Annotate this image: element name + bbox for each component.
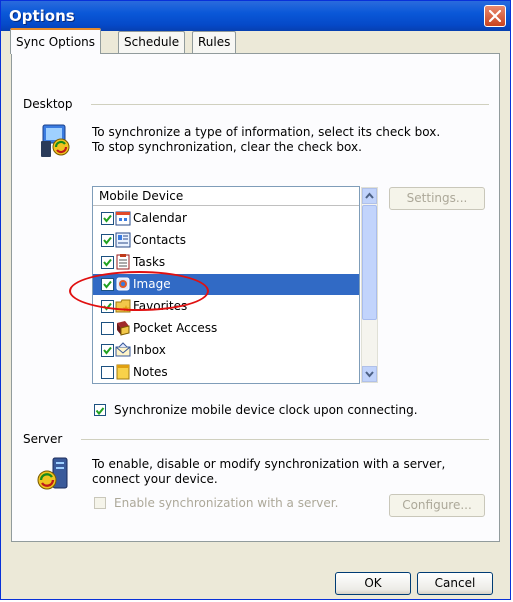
list-item-pocket-access[interactable]: Pocket Access xyxy=(93,318,359,339)
sync-desktop-icon xyxy=(39,123,75,159)
title-bar[interactable]: Options xyxy=(1,1,510,31)
inbox-icon xyxy=(115,342,131,357)
list-item-label: Contacts xyxy=(133,233,186,247)
enable-server-checkbox[interactable] xyxy=(94,497,106,509)
desktop-divider xyxy=(91,104,489,105)
tab-schedule[interactable]: Schedule xyxy=(118,31,186,53)
clock-sync-checkbox[interactable] xyxy=(94,404,106,416)
tab-rules[interactable]: Rules xyxy=(192,31,237,53)
list-item-label: Tasks xyxy=(133,255,166,269)
tab-sync-options[interactable]: Sync Options xyxy=(10,28,102,54)
annotation-ellipse xyxy=(69,271,209,311)
contacts-checkbox[interactable] xyxy=(101,234,114,247)
tasks-icon xyxy=(116,254,130,270)
contacts-icon xyxy=(115,232,131,248)
list-item-label: Inbox xyxy=(133,343,166,357)
tab-label: Schedule xyxy=(124,35,180,49)
notes-checkbox[interactable] xyxy=(101,366,114,379)
options-dialog: Options Sync Options Schedule Rules Desk… xyxy=(0,0,511,600)
tab-label: Rules xyxy=(198,35,231,49)
chevron-up-icon xyxy=(365,192,374,199)
pocket-access-icon xyxy=(117,321,130,336)
desktop-heading: Desktop xyxy=(23,97,79,111)
settings-button[interactable]: Settings... xyxy=(389,187,485,210)
list-item-tasks[interactable]: Tasks xyxy=(93,252,359,273)
close-button[interactable] xyxy=(484,5,506,27)
list-item-inbox[interactable]: Inbox xyxy=(93,340,359,361)
desktop-info-line2: To stop synchronization, clear the check… xyxy=(92,140,362,154)
list-column-header[interactable]: Mobile Device xyxy=(93,187,359,206)
list-scrollbar[interactable] xyxy=(361,187,378,383)
scroll-down-button[interactable] xyxy=(362,366,377,382)
ok-button[interactable]: OK xyxy=(335,572,411,595)
close-icon xyxy=(489,10,501,22)
server-info-line1: To enable, disable or modify synchroniza… xyxy=(92,457,446,471)
list-item-notes[interactable]: Notes xyxy=(93,362,359,383)
window-title: Options xyxy=(9,7,75,25)
scroll-up-button[interactable] xyxy=(362,188,377,204)
cancel-button[interactable]: Cancel xyxy=(417,572,493,595)
server-divider xyxy=(81,439,489,440)
pocket-access-checkbox[interactable] xyxy=(101,322,114,335)
tab-label: Sync Options xyxy=(16,35,96,49)
list-item-calendar[interactable]: Calendar xyxy=(93,208,359,229)
list-item-label: Pocket Access xyxy=(133,321,218,335)
chevron-down-icon xyxy=(365,371,374,378)
server-heading: Server xyxy=(23,432,69,446)
sync-server-icon xyxy=(35,456,71,492)
list-item-label: Calendar xyxy=(133,211,187,225)
list-item-label: Notes xyxy=(133,365,168,379)
tasks-checkbox[interactable] xyxy=(101,256,114,269)
inbox-checkbox[interactable] xyxy=(101,344,114,357)
notes-icon xyxy=(116,364,130,380)
calendar-icon xyxy=(115,211,131,226)
configure-button[interactable]: Configure... xyxy=(389,494,485,517)
server-info-line2: connect your device. xyxy=(92,472,218,486)
calendar-checkbox[interactable] xyxy=(101,212,114,225)
desktop-info-line1: To synchronize a type of information, se… xyxy=(92,125,441,139)
enable-server-label: Enable synchronization with a server. xyxy=(114,496,339,510)
clock-sync-label: Synchronize mobile device clock upon con… xyxy=(114,403,418,417)
scroll-thumb[interactable] xyxy=(362,205,377,320)
list-item-contacts[interactable]: Contacts xyxy=(93,230,359,251)
